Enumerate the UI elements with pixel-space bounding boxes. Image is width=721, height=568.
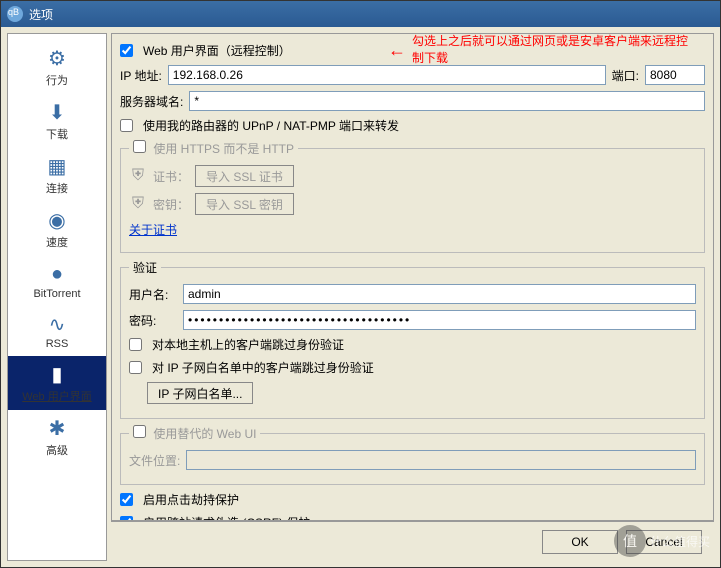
- enable-webui-checkbox[interactable]: [120, 44, 133, 57]
- watermark-text: 什么值得买: [650, 533, 710, 550]
- https-fieldset: 使用 HTTPS 而不是 HTTP ⛨ 证书： 导入 SSL 证书 ⛨ 密钥： …: [120, 140, 705, 253]
- sidebar-item-0[interactable]: ⚙ 行为: [8, 40, 106, 94]
- sidebar-item-3[interactable]: ◉ 速度: [8, 202, 106, 256]
- password-input[interactable]: [183, 310, 696, 330]
- import-cert-button[interactable]: 导入 SSL 证书: [195, 165, 294, 187]
- sidebar-icon: ✱: [43, 416, 71, 440]
- port-label: 端口:: [612, 67, 639, 84]
- upnp-checkbox[interactable]: [120, 119, 133, 132]
- sidebar-label: 行为: [46, 72, 68, 88]
- files-loc-label: 文件位置:: [129, 452, 180, 469]
- bypass-whitelist-checkbox[interactable]: [129, 361, 142, 374]
- shield-icon: ⛨: [129, 167, 147, 185]
- key-label: 密钥：: [153, 196, 189, 213]
- username-input[interactable]: [183, 284, 696, 304]
- alt-webui-label: 使用替代的 Web UI: [153, 427, 256, 441]
- ip-label: IP 地址:: [120, 67, 162, 84]
- sidebar-item-2[interactable]: ▦ 连接: [8, 148, 106, 202]
- about-cert-link[interactable]: 关于证书: [129, 221, 177, 238]
- bypass-whitelist-label: 对 IP 子网白名单中的客户端跳过身份验证: [152, 359, 374, 376]
- upnp-label: 使用我的路由器的 UPnP / NAT-PMP 端口来转发: [143, 117, 399, 134]
- domain-label: 服务器域名:: [120, 93, 183, 110]
- sidebar-item-7[interactable]: ✱ 高级: [8, 410, 106, 464]
- bypass-local-checkbox[interactable]: [129, 338, 142, 351]
- shield-icon: ⛨: [129, 195, 147, 213]
- files-loc-input[interactable]: [186, 450, 696, 470]
- annotation-text: 勾选上之后就可以通过网页或是安卓客户端来远程控制下载: [412, 33, 692, 66]
- auth-legend: 验证: [129, 259, 161, 276]
- sidebar-icon: ▮: [43, 362, 71, 386]
- ok-button[interactable]: OK: [542, 530, 618, 554]
- sidebar-icon: ●: [43, 262, 71, 286]
- category-sidebar: ⚙ 行为 ⬇ 下载 ▦ 连接 ◉ 速度 ● BitTorrent ∿ RSS ▮ Web 用户界面 ✱ 高级: [7, 33, 107, 561]
- ip-input[interactable]: [168, 65, 606, 85]
- sidebar-icon: ⚙: [43, 46, 71, 70]
- https-label: 使用 HTTPS 而不是 HTTP: [153, 142, 294, 156]
- csrf-label: 启用跨站请求伪造 (CSRF) 保护: [143, 514, 310, 521]
- sidebar-label: BitTorrent: [33, 288, 80, 300]
- username-label: 用户名:: [129, 286, 177, 303]
- alt-webui-fieldset: 使用替代的 Web UI 文件位置:: [120, 425, 705, 485]
- titlebar[interactable]: 选项: [1, 1, 720, 27]
- alt-webui-checkbox[interactable]: [133, 425, 146, 438]
- auth-fieldset: 验证 用户名: 密码: 对本地主机上的客户端跳过身份验证: [120, 259, 705, 419]
- sidebar-label: 高级: [46, 442, 68, 458]
- port-input[interactable]: [645, 65, 705, 85]
- sidebar-label: Web 用户界面: [22, 388, 91, 404]
- app-icon: [7, 6, 23, 22]
- enable-webui-label: Web 用户界面（远程控制）: [143, 42, 291, 59]
- sidebar-icon: ⬇: [43, 100, 71, 124]
- sidebar-label: 连接: [46, 180, 68, 196]
- password-label: 密码:: [129, 312, 177, 329]
- whitelist-button[interactable]: IP 子网白名单...: [147, 382, 253, 404]
- sidebar-item-4[interactable]: ● BitTorrent: [8, 256, 106, 306]
- sidebar-icon: ◉: [43, 208, 71, 232]
- domain-input[interactable]: [189, 91, 705, 111]
- clickjack-checkbox[interactable]: [120, 493, 133, 506]
- window-title: 选项: [29, 6, 53, 23]
- watermark: 值 什么值得买: [614, 525, 710, 557]
- settings-panel: 勾选上之后就可以通过网页或是安卓客户端来远程控制下载 ← Web 用户界面（远程…: [111, 33, 714, 521]
- sidebar-item-5[interactable]: ∿ RSS: [8, 306, 106, 356]
- clickjack-label: 启用点击劫持保护: [143, 491, 239, 508]
- sidebar-icon: ∿: [43, 312, 71, 336]
- annotation-arrow: ←: [388, 40, 406, 61]
- sidebar-label: RSS: [46, 338, 69, 350]
- sidebar-label: 下载: [46, 126, 68, 142]
- https-checkbox[interactable]: [133, 140, 146, 153]
- dialog-footer: OK Cancel 值 什么值得买: [111, 521, 714, 561]
- sidebar-icon: ▦: [43, 154, 71, 178]
- options-dialog: 选项 ⚙ 行为 ⬇ 下载 ▦ 连接 ◉ 速度 ● BitTorrent ∿ RSS ▮ Web 用户界面 ✱…: [0, 0, 721, 568]
- sidebar-item-6[interactable]: ▮ Web 用户界面: [8, 356, 106, 410]
- sidebar-label: 速度: [46, 234, 68, 250]
- sidebar-item-1[interactable]: ⬇ 下载: [8, 94, 106, 148]
- cert-label: 证书：: [153, 168, 189, 185]
- watermark-icon: 值: [614, 525, 646, 557]
- bypass-local-label: 对本地主机上的客户端跳过身份验证: [152, 336, 344, 353]
- import-key-button[interactable]: 导入 SSL 密钥: [195, 193, 294, 215]
